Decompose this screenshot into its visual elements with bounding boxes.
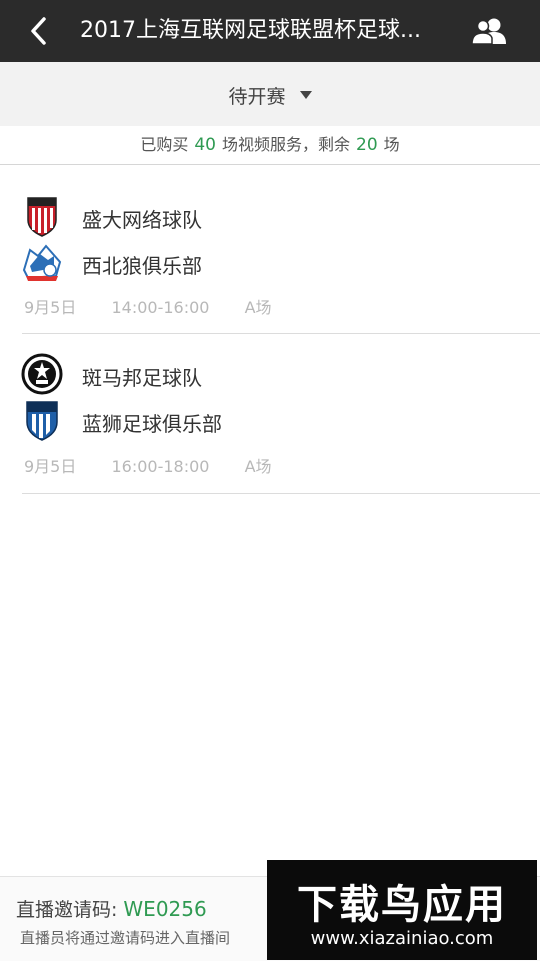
bought-count: 40: [194, 135, 216, 155]
match-time: 14:00-16:00: [111, 298, 210, 317]
match-field: A场: [244, 457, 272, 476]
home-team-name: 斑马邦足球队: [82, 366, 202, 390]
team-logo-icon: [27, 197, 57, 237]
divider: [22, 333, 540, 334]
watermark-url: www.xiazainiao.com: [310, 928, 494, 949]
status-filter-dropdown[interactable]: 待开赛: [0, 82, 540, 109]
service-suffix: 场: [383, 135, 400, 154]
away-team-name: 西北狼俱乐部: [82, 254, 202, 278]
home-team-row: 盛大网络球队: [0, 194, 540, 240]
match-time: 16:00-18:00: [111, 457, 210, 476]
away-team-row: 西北狼俱乐部: [0, 240, 540, 286]
match-item[interactable]: 盛大网络球队 西北狼俱乐部 9月5日 14:00-16:00 A场: [0, 190, 540, 350]
match-date: 9月5日: [24, 298, 77, 317]
caret-down-icon: [299, 90, 312, 99]
invite-code-label: 直播邀请码:: [16, 899, 118, 921]
away-team-row: 蓝狮足球俱乐部: [0, 398, 540, 444]
users-icon[interactable]: [470, 16, 510, 46]
home-team-name: 盛大网络球队: [82, 208, 202, 232]
watermark: 下载鸟应用 www.xiazainiao.com: [267, 860, 537, 960]
status-filter[interactable]: 待开赛: [0, 62, 540, 126]
invite-code-value[interactable]: WE0256: [123, 897, 206, 921]
chevron-left-icon[interactable]: [22, 14, 56, 48]
home-team-row: 斑马邦足球队: [0, 352, 540, 398]
watermark-logo: 下载鸟应用: [297, 882, 507, 928]
invite-code-hint: 直播员将通过邀请码进入直播间: [20, 929, 231, 947]
match-meta: 9月5日 14:00-16:00 A场: [24, 294, 302, 318]
match-date: 9月5日: [24, 457, 77, 476]
match-field: A场: [244, 298, 272, 317]
remaining-count: 20: [356, 135, 378, 155]
team-logo-icon: [22, 244, 62, 281]
away-team-name: 蓝狮足球俱乐部: [82, 412, 222, 436]
invite-code-line: 直播邀请码: WE0256: [16, 895, 207, 922]
match-meta: 9月5日 16:00-18:00 A场: [24, 453, 302, 477]
top-bar: 2017上海互联网足球联盟杯足球...: [0, 0, 540, 62]
team-logo-icon: [26, 401, 58, 441]
match-item[interactable]: 斑马邦足球队 蓝狮足球俱乐部 9月5日 16:00-18:00 A场: [0, 348, 540, 508]
team-logo-icon: [21, 353, 63, 395]
page-title: 2017上海互联网足球联盟杯足球...: [80, 18, 421, 43]
service-summary: 已购买 40 场视频服务，剩余 20 场: [0, 126, 540, 165]
service-prefix: 已购买: [140, 135, 189, 154]
status-filter-label: 待开赛: [228, 86, 286, 108]
service-middle: 场视频服务，剩余: [221, 135, 350, 154]
divider: [22, 493, 540, 494]
